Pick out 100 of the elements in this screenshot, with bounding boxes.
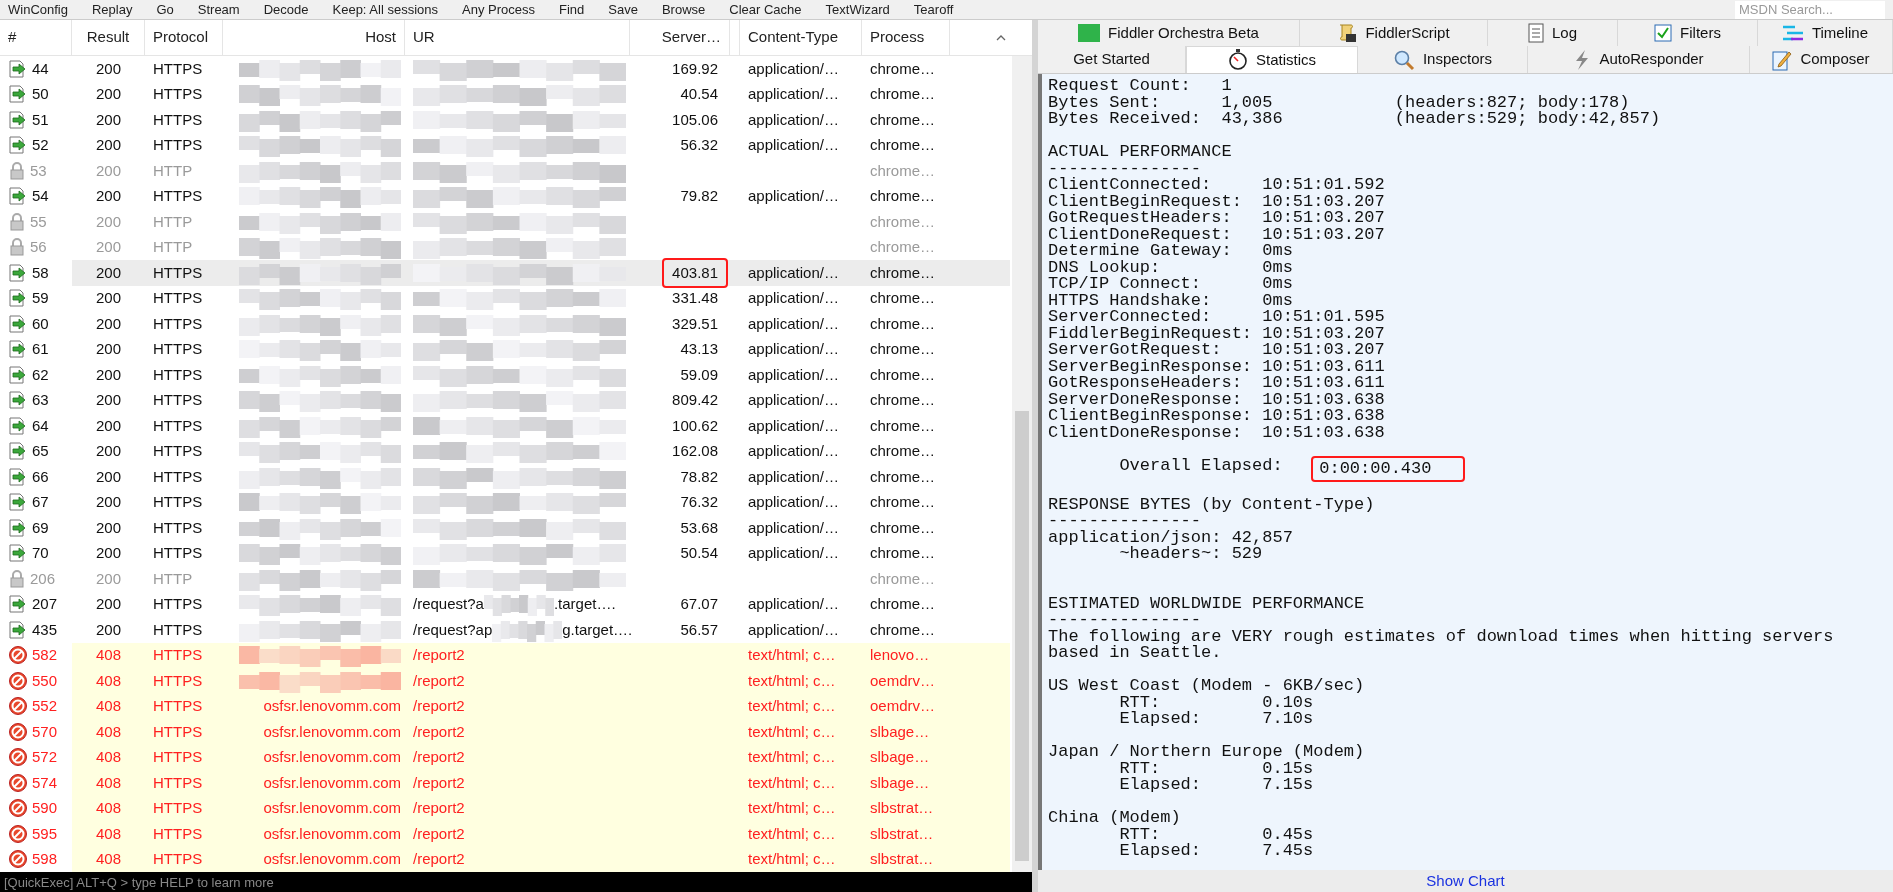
error-row-background[interactable]: 408 HTTPS osfsr.lenovomm.com /report2 text/html; c… oemdrv… xyxy=(72,693,1010,719)
toolbar-button[interactable]: Decode xyxy=(263,3,309,16)
show-chart-link[interactable]: Show Chart xyxy=(1038,870,1893,892)
session-number: 59 xyxy=(32,288,49,308)
table-cell-text: application/… xyxy=(748,364,839,385)
table-cell-text: HTTPS xyxy=(153,645,203,665)
session-number: 69 xyxy=(32,517,49,538)
table-cell-text: chrome… xyxy=(870,390,936,410)
table-cell-text: 200 xyxy=(96,390,121,410)
table-cell-text: HTTPS xyxy=(153,364,203,385)
error-row-background[interactable]: 408 HTTPS osfsr.lenovomm.com /report2 text/html; c… slbstrat… xyxy=(72,846,1010,872)
table-cell-text: 408 xyxy=(96,747,121,767)
table-cell-text: slbage… xyxy=(870,772,930,793)
stat-line: ClientDoneRequest: 10:51:03.207 xyxy=(1048,226,1386,243)
toolbar-button[interactable]: Browse xyxy=(661,3,706,16)
stat-line: ~headers~: 529 xyxy=(1119,546,1263,563)
toolbar-button[interactable]: Stream xyxy=(197,3,240,16)
column-header[interactable]: Host xyxy=(365,26,396,49)
search-field[interactable]: MSDN Search... xyxy=(1735,0,1885,19)
toolbar-button[interactable]: Find xyxy=(559,3,585,16)
selected-row[interactable]: 200 HTTPS 403.81 application/… chrome… xyxy=(72,260,1010,286)
table-cell-text: 408 xyxy=(96,696,121,716)
column-header[interactable]: Process xyxy=(870,26,925,49)
table-cell-text: text/html; c… xyxy=(748,772,836,793)
document-arrow-icon xyxy=(8,110,28,129)
table-cell-text: chrome… xyxy=(870,441,936,461)
stat-line: HTTPS Handshake: 0ms xyxy=(1048,292,1294,309)
document-arrow-icon xyxy=(8,518,28,537)
column-header[interactable]: Protocol xyxy=(153,26,209,49)
table-cell-text: 200 xyxy=(96,543,121,563)
table-cell-text: application/… xyxy=(748,466,839,487)
toolbar-button[interactable]: WinConfig xyxy=(8,3,68,16)
document-arrow-icon xyxy=(8,289,28,308)
table-cell-text: HTTPS xyxy=(153,84,203,104)
toolbar-button[interactable]: Clear Cache xyxy=(729,3,802,16)
column-header[interactable]: Result xyxy=(86,26,130,49)
toolbar-button[interactable]: Replay xyxy=(91,3,133,16)
scrollbar[interactable] xyxy=(1012,56,1032,872)
table-cell-text: 408 xyxy=(96,670,121,691)
table-cell-text: HTTPS xyxy=(153,747,203,767)
session-number: 64 xyxy=(32,415,49,436)
table-cell-text: 200 xyxy=(96,109,121,130)
column-header[interactable]: UR xyxy=(413,26,435,49)
table-cell-text: chrome… xyxy=(870,543,936,563)
stat-line: Request Count: 1 xyxy=(1048,78,1233,95)
stat-line: ClientDoneResponse: 10:51:03.638 xyxy=(1048,424,1386,441)
session-number: 552 xyxy=(32,696,58,716)
error-row-background[interactable]: 408 HTTPS osfsr.lenovomm.com /report2 text/html; c… slbage… xyxy=(72,744,1010,770)
toolbar-button[interactable]: Go xyxy=(156,3,174,16)
document-arrow-icon xyxy=(8,416,28,435)
table-cell-text: HTTPS xyxy=(153,313,203,334)
tab[interactable]: Statistics xyxy=(1186,46,1358,73)
document-arrow-icon xyxy=(8,493,28,512)
session-number: 53 xyxy=(30,160,47,181)
column-header[interactable]: # xyxy=(8,26,17,49)
session-number: 67 xyxy=(32,492,49,512)
table-cell-text: 59.09 xyxy=(680,364,718,385)
table-cell-text: HTTPS xyxy=(153,262,203,283)
stat-line: --------------- xyxy=(1048,160,1202,177)
error-row-background[interactable]: 408 HTTPS osfsr.lenovomm.com /report2 text/html; c… slbage… xyxy=(72,770,1010,796)
table-cell-text: /report2 xyxy=(413,696,465,716)
error-row-background[interactable]: 408 HTTPS osfsr.lenovomm.com /report2 text/html; c… slbstrat… xyxy=(72,821,1010,847)
table-cell-text: HTTPS xyxy=(153,186,203,206)
error-row-background[interactable]: 408 HTTPS /report2 text/html; c… oemdrv… xyxy=(72,668,1010,694)
error-row-background[interactable]: 408 HTTPS /report2 text/html; c… lenovo… xyxy=(72,642,1010,668)
stat-line: GotRequestHeaders: 10:51:03.207 xyxy=(1048,210,1386,227)
toolbar-button[interactable]: Any Process xyxy=(462,3,535,16)
stat-line: Japan / Northern Europe (Modem) xyxy=(1048,744,1366,761)
table-cell-text: slbage… xyxy=(870,747,930,767)
session-number: 44 xyxy=(32,58,49,79)
table-cell-text: HTTPS xyxy=(153,492,203,512)
toolbar-button[interactable]: Tearoff xyxy=(913,3,954,16)
table-cell-text: chrome… xyxy=(870,594,936,614)
table-cell-text: HTTPS xyxy=(153,135,203,155)
table-cell-text: HTTPS xyxy=(153,58,203,79)
session-number: 55 xyxy=(30,211,47,232)
quickexec-field[interactable]: [QuickExec] ALT+Q > type HELP to learn more xyxy=(0,872,1032,892)
document-arrow-icon xyxy=(8,136,28,155)
stat-label: Overall Elapsed: xyxy=(1118,457,1284,477)
table-cell-text: application/… xyxy=(748,313,839,334)
table-cell-text: 408 xyxy=(96,849,121,869)
table-cell-text: /report2 xyxy=(413,798,465,818)
toolbar-button[interactable]: Save xyxy=(608,3,638,16)
error-row-background[interactable]: 408 HTTPS osfsr.lenovomm.com /report2 text/html; c… slbage… xyxy=(72,719,1010,745)
blocked-icon xyxy=(8,721,28,742)
error-row-background[interactable]: 408 HTTPS osfsr.lenovomm.com /report2 text/html; c… slbstrat… xyxy=(72,795,1010,821)
scroll-thumb[interactable] xyxy=(1015,411,1029,861)
table-cell-text: chrome… xyxy=(870,58,936,79)
column-header[interactable]: Server… xyxy=(661,26,721,49)
stat-line: based in Seattle. xyxy=(1048,645,1223,662)
session-number: 66 xyxy=(32,466,49,487)
blocked-icon xyxy=(8,798,28,819)
toolbar-button[interactable]: TextWizard xyxy=(825,3,890,16)
column-header[interactable]: Content-Type xyxy=(748,26,839,49)
table-cell-text: 408 xyxy=(96,823,121,844)
toolbar-button[interactable]: Keep: All sessions xyxy=(332,3,438,16)
table-cell-text: HTTPS xyxy=(153,798,203,818)
table-cell-text: chrome… xyxy=(870,466,936,487)
stat-line: ServerBeginResponse: 10:51:03.611 xyxy=(1048,358,1386,375)
session-number: 61 xyxy=(32,339,49,359)
